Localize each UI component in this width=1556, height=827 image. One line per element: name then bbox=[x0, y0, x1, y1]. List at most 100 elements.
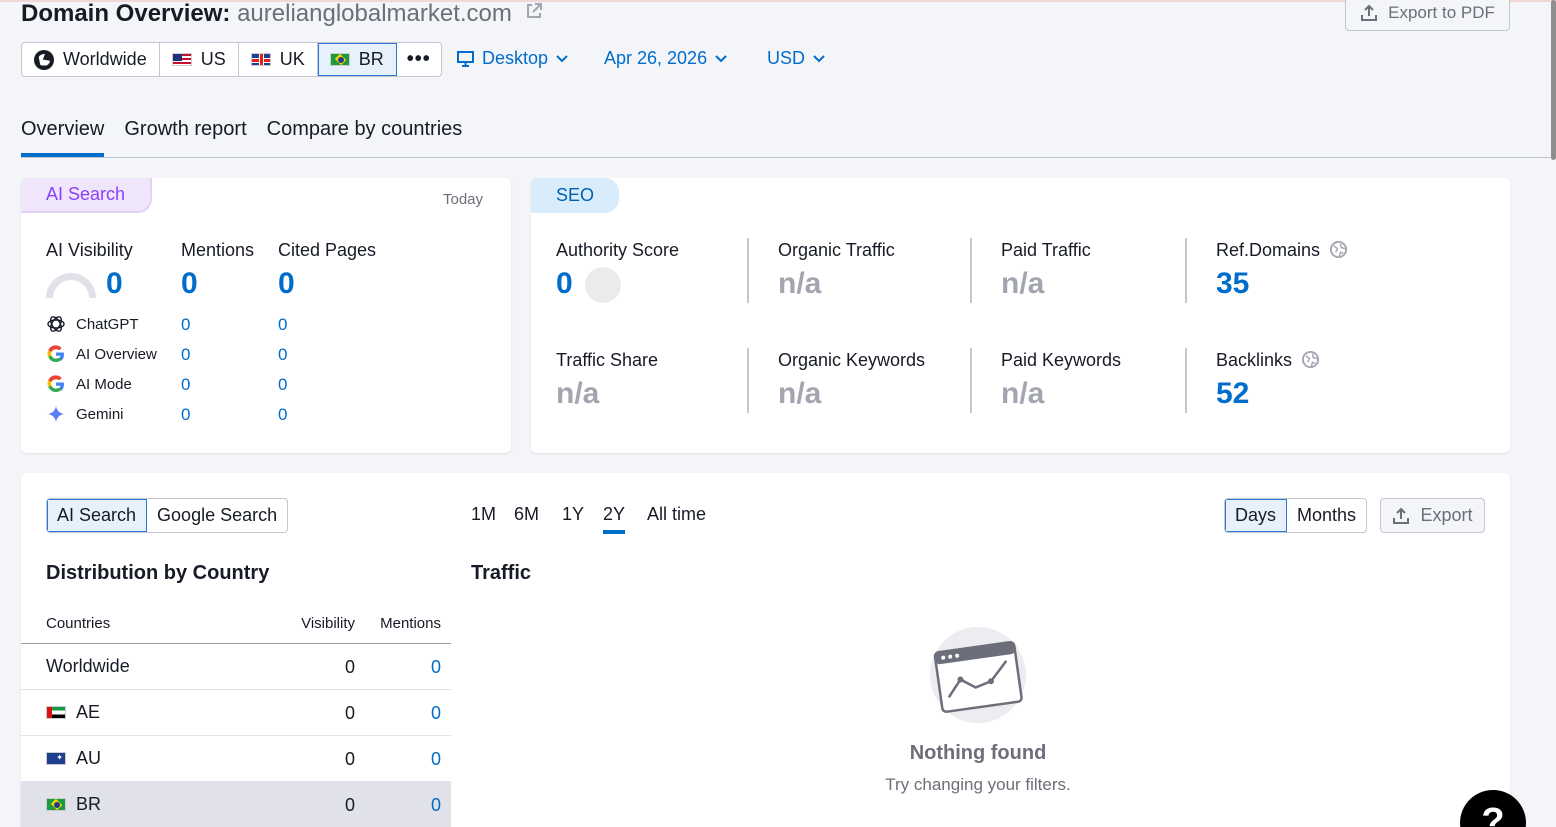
ai-overview-mentions[interactable]: 0 bbox=[181, 345, 190, 365]
engine-name: ChatGPT bbox=[76, 315, 139, 333]
visibility-cell: 0 bbox=[344, 749, 355, 769]
ref-domains-label: Ref.Domains bbox=[1216, 240, 1348, 261]
chevron-down-icon bbox=[556, 54, 568, 62]
toggle-months[interactable]: Months bbox=[1287, 499, 1366, 532]
page-scrollbar[interactable] bbox=[1551, 0, 1556, 160]
export-button[interactable]: Export bbox=[1380, 498, 1485, 533]
table-row[interactable]: AU 0 0 bbox=[21, 736, 451, 782]
table-row[interactable]: BR 0 0 bbox=[21, 782, 451, 827]
engine-ai-mode: AI Mode bbox=[46, 374, 132, 394]
report-tabs: Overview Growth report Compare by countr… bbox=[21, 118, 463, 157]
br-flag-icon bbox=[46, 798, 66, 811]
globe-icon bbox=[34, 49, 54, 70]
table-row[interactable]: Worldwide 0 0 bbox=[21, 644, 451, 690]
gemini-icon bbox=[47, 405, 65, 423]
period-all-time[interactable]: All time bbox=[647, 504, 706, 525]
ai-search-badge: AI Search bbox=[21, 178, 153, 213]
external-link-icon[interactable] bbox=[525, 2, 543, 20]
db-uk[interactable]: UK bbox=[239, 43, 318, 76]
source-toggle: AI Search Google Search bbox=[46, 498, 289, 533]
export-label: Export bbox=[1420, 505, 1473, 525]
db-label: US bbox=[200, 49, 226, 69]
device-dropdown[interactable]: Desktop bbox=[457, 48, 568, 69]
ref-domains-value[interactable]: 35 bbox=[1216, 267, 1249, 301]
date-label: Apr 26, 2026 bbox=[604, 48, 708, 68]
db-us[interactable]: US bbox=[160, 43, 239, 76]
table-row[interactable]: AE 0 0 bbox=[21, 690, 451, 736]
tab-overview[interactable]: Overview bbox=[21, 118, 105, 157]
authority-score-value[interactable]: 0 bbox=[556, 267, 573, 301]
country-name: Worldwide bbox=[46, 656, 130, 676]
col-visibility[interactable]: Visibility bbox=[301, 615, 355, 632]
country-cell: AU bbox=[46, 748, 101, 769]
seo-badge: SEO bbox=[531, 178, 620, 213]
ai-mode-mentions[interactable]: 0 bbox=[181, 375, 190, 395]
more-databases-button[interactable]: ••• bbox=[397, 43, 441, 76]
period-1y[interactable]: 1Y bbox=[562, 504, 584, 525]
mentions-cell[interactable]: 0 bbox=[431, 795, 441, 816]
page-title-label: Domain Overview: bbox=[21, 0, 231, 27]
tab-growth-report[interactable]: Growth report bbox=[124, 118, 246, 153]
authority-score-ring bbox=[585, 267, 621, 303]
globe-info-icon[interactable] bbox=[1301, 350, 1320, 369]
mentions-cell[interactable]: 0 bbox=[431, 749, 441, 770]
domain-name[interactable]: aurelianglobalmarket.com bbox=[237, 0, 512, 27]
db-label: Worldwide bbox=[63, 49, 147, 69]
period-1m[interactable]: 1M bbox=[471, 504, 496, 525]
cited-pages-label: Cited Pages bbox=[278, 240, 377, 260]
period-2y[interactable]: 2Y bbox=[603, 504, 626, 534]
google-icon bbox=[47, 375, 64, 393]
country-name: AE bbox=[76, 702, 101, 722]
chevron-down-icon bbox=[813, 54, 825, 62]
db-worldwide[interactable]: Worldwide bbox=[22, 43, 160, 76]
mentions-cell[interactable]: 0 bbox=[431, 657, 441, 678]
distribution-title: Distribution by Country bbox=[46, 562, 270, 584]
mentions-cell[interactable]: 0 bbox=[431, 703, 441, 724]
export-pdf-button[interactable]: Export to PDF bbox=[1345, 0, 1510, 31]
mentions-value[interactable]: 0 bbox=[181, 267, 198, 301]
tab-compare-by-countries[interactable]: Compare by countries bbox=[267, 118, 463, 153]
ai-visibility-value[interactable]: 0 bbox=[106, 267, 123, 301]
seo-card: SEO Authority Score 0 Organic Traffic n/… bbox=[531, 178, 1510, 453]
empty-state-title: Nothing found bbox=[909, 742, 1047, 764]
ai-mode-cited[interactable]: 0 bbox=[278, 375, 287, 395]
chatgpt-mentions[interactable]: 0 bbox=[181, 315, 190, 335]
currency-dropdown[interactable]: USD bbox=[767, 48, 825, 69]
ai-visibility-label: AI Visibility bbox=[46, 240, 133, 260]
toggle-ai-search[interactable]: AI Search bbox=[47, 499, 148, 532]
globe-info-icon[interactable] bbox=[1329, 240, 1348, 259]
chatgpt-cited[interactable]: 0 bbox=[278, 315, 287, 335]
backlinks-value[interactable]: 52 bbox=[1216, 377, 1249, 411]
us-flag-icon bbox=[171, 53, 192, 66]
col-countries[interactable]: Countries bbox=[46, 615, 110, 632]
col-mentions[interactable]: Mentions bbox=[380, 615, 441, 632]
ai-overview-cited[interactable]: 0 bbox=[278, 345, 287, 365]
organic-keywords-label: Organic Keywords bbox=[778, 350, 926, 370]
page-title: Domain Overview: aurelianglobalmarket.co… bbox=[21, 0, 543, 28]
gemini-mentions[interactable]: 0 bbox=[181, 405, 190, 425]
metric-divider bbox=[1185, 238, 1187, 303]
table-header: Countries Visibility Mentions bbox=[21, 606, 451, 644]
ae-flag-icon bbox=[46, 706, 66, 719]
organic-traffic-value: n/a bbox=[778, 267, 822, 300]
metric-divider bbox=[747, 238, 749, 303]
ai-search-card: AI Search Today AI Visibility Mentions C… bbox=[21, 178, 511, 453]
toggle-google-search[interactable]: Google Search bbox=[147, 499, 287, 532]
br-flag-icon bbox=[329, 53, 350, 66]
engine-ai-overview: AI Overview bbox=[46, 344, 157, 364]
cited-pages-value[interactable]: 0 bbox=[278, 267, 295, 301]
toggle-days[interactable]: Days bbox=[1225, 499, 1288, 532]
currency-label: USD bbox=[767, 48, 806, 68]
db-label: UK bbox=[279, 49, 305, 69]
country-name: AU bbox=[76, 748, 102, 768]
db-label: BR bbox=[358, 49, 384, 69]
visibility-cell: 0 bbox=[344, 657, 355, 677]
metric-divider bbox=[970, 348, 972, 413]
chevron-down-icon bbox=[715, 54, 727, 62]
date-dropdown[interactable]: Apr 26, 2026 bbox=[604, 48, 727, 69]
paid-keywords-value: n/a bbox=[1001, 377, 1045, 410]
period-6m[interactable]: 6M bbox=[514, 504, 539, 525]
gemini-cited[interactable]: 0 bbox=[278, 405, 287, 425]
metric-divider bbox=[970, 238, 972, 303]
db-br[interactable]: BR bbox=[317, 43, 397, 76]
